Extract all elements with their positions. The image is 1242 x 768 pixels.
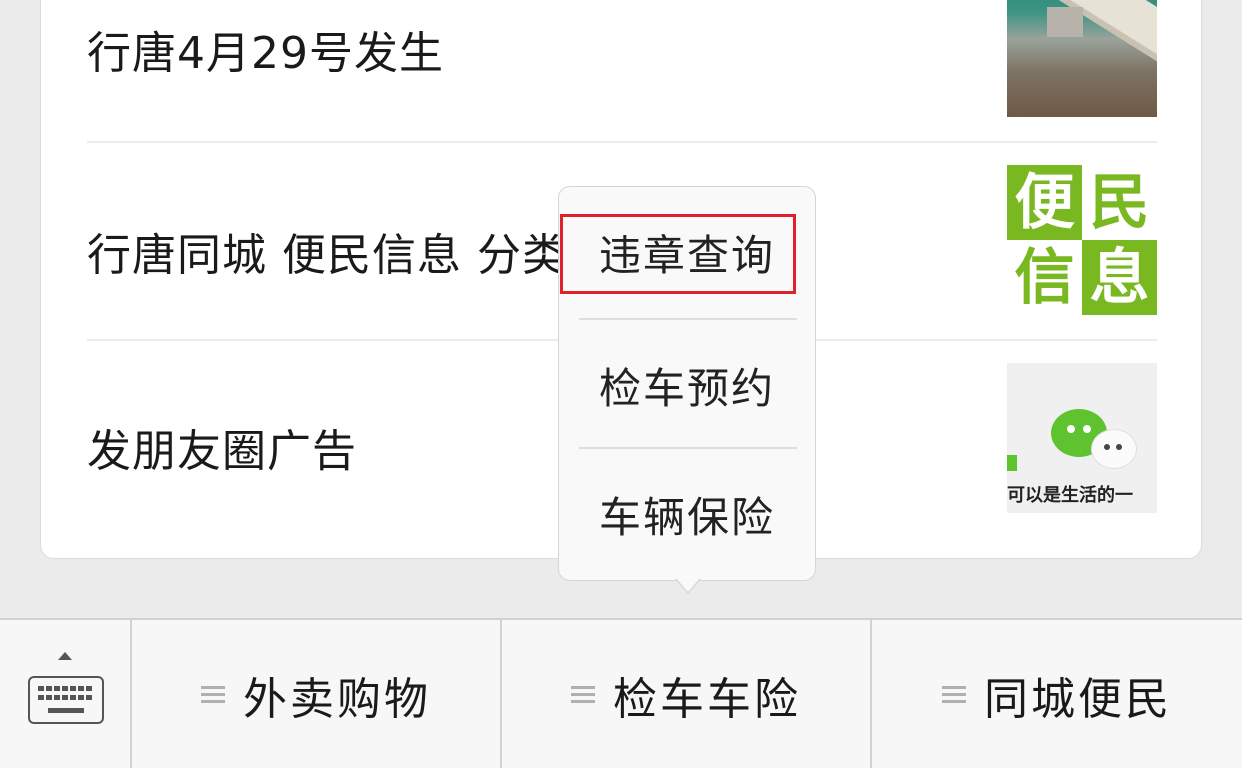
tab-label: 同城便民 (984, 674, 1172, 725)
thumbnail-caption: 可以是生活的一 (1007, 485, 1133, 506)
menu-tab-takeout-shopping[interactable]: 外卖购物 (132, 620, 502, 768)
keyboard-toggle-button[interactable] (0, 620, 132, 768)
article-title: 行唐同城 便民信息 分类 (87, 230, 567, 281)
article-thumbnail-convenience-info: 便 民 信 息 (1007, 165, 1157, 315)
tile-char: 民 (1082, 165, 1157, 240)
menu-tab-inspection-insurance[interactable]: 检车车险 (502, 620, 872, 768)
menu-lines-icon (571, 686, 595, 704)
highlight-annotation-box (560, 214, 796, 294)
tab-label: 外卖购物 (243, 674, 431, 725)
bottom-menu-bar: 外卖购物 检车车险 同城便民 (0, 618, 1242, 768)
article-item[interactable]: 行唐4月29号发生 (87, 0, 1157, 143)
keyboard-icon (28, 676, 104, 724)
menu-item-vehicle-insurance[interactable]: 车辆保险 (559, 449, 815, 579)
tile-char: 信 (1007, 240, 1082, 315)
article-thumbnail-wechat: 可以是生活的一 (1007, 363, 1157, 513)
tile-char: 息 (1082, 240, 1157, 315)
menu-item-inspection-booking[interactable]: 检车预约 (559, 320, 815, 450)
tile-char: 便 (1007, 165, 1082, 240)
menu-lines-icon (201, 686, 225, 704)
article-title: 发朋友圈广告 (87, 426, 357, 477)
tab-label: 检车车险 (613, 674, 801, 725)
wechat-official-account-screen: 行唐4月29号发生 行唐同城 便民信息 分类 便 民 信 息 发朋友圈广告 可以… (0, 0, 1242, 768)
popup-pointer (676, 578, 700, 592)
article-thumbnail-bridge (1007, 0, 1157, 117)
caret-up-icon (58, 652, 72, 660)
article-title: 行唐4月29号发生 (87, 28, 444, 79)
menu-tab-local-services[interactable]: 同城便民 (872, 620, 1242, 768)
menu-lines-icon (942, 686, 966, 704)
